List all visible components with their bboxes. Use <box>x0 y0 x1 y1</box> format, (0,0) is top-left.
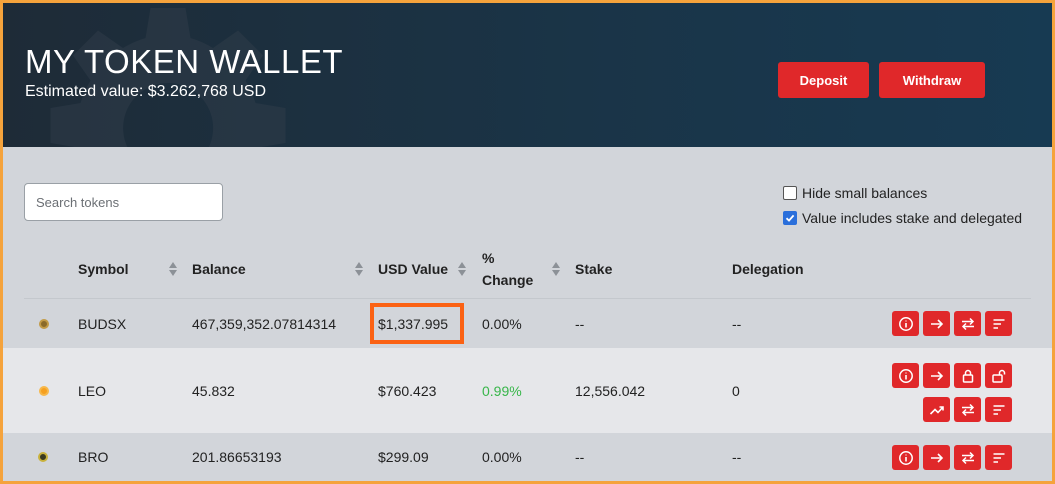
token-balance: 201.86653193 <box>192 449 282 465</box>
info-button[interactable] <box>892 363 919 388</box>
token-stake: -- <box>575 449 585 465</box>
info-icon <box>898 316 913 331</box>
arrow-right-icon <box>930 452 943 463</box>
list-icon <box>993 318 1004 329</box>
token-usd-value: $299.09 <box>378 449 429 465</box>
hide-small-balances-label: Hide small balances <box>802 185 928 201</box>
hide-small-balances-toggle[interactable]: Hide small balances <box>783 185 927 201</box>
budsx-token-icon <box>39 319 49 329</box>
include-stake-checkbox[interactable] <box>783 211 797 225</box>
token-symbol: BUDSX <box>78 316 127 332</box>
delegate-button[interactable] <box>923 397 950 422</box>
token-balance: 467,359,352.07814314 <box>192 316 337 332</box>
token-usd-value: $760.423 <box>378 383 437 399</box>
checkmark-icon <box>785 214 795 222</box>
column-header-symbol[interactable]: Symbol <box>78 261 129 277</box>
history-button[interactable] <box>985 397 1012 422</box>
lock-icon <box>962 369 973 383</box>
token-change: 0.00% <box>482 449 522 465</box>
table-row: LEO 45.832 $760.423 0.99% 12,556.042 0 <box>3 348 1052 433</box>
estimated-value: Estimated value: $3.262,768 USD <box>25 83 267 100</box>
transfer-button[interactable] <box>923 363 950 388</box>
token-change: 0.99% <box>482 383 522 399</box>
arrow-right-icon <box>930 318 943 329</box>
arrow-right-icon <box>930 370 943 381</box>
token-stake: -- <box>575 316 585 332</box>
page-title: MY TOKEN WALLET <box>25 43 344 80</box>
transfer-button[interactable] <box>923 445 950 470</box>
sort-balance-icon[interactable] <box>355 262 363 276</box>
hide-small-balances-checkbox[interactable] <box>783 186 797 200</box>
column-header-usd-value[interactable]: USD Value <box>378 261 448 277</box>
leo-token-icon <box>39 386 49 396</box>
token-delegation: -- <box>732 449 742 465</box>
list-icon <box>993 404 1004 415</box>
history-button[interactable] <box>985 311 1012 336</box>
unstake-button[interactable] <box>985 363 1012 388</box>
list-icon <box>993 452 1004 463</box>
include-stake-toggle[interactable]: Value includes stake and delegated <box>783 210 1022 226</box>
column-header-stake: Stake <box>575 261 613 277</box>
search-tokens-input[interactable] <box>24 183 223 221</box>
swap-button[interactable] <box>954 397 981 422</box>
bro-token-icon <box>38 452 48 462</box>
token-delegation: 0 <box>732 383 740 399</box>
token-change: 0.00% <box>482 316 522 332</box>
unlock-icon <box>991 369 1005 383</box>
trending-up-icon <box>929 405 944 415</box>
sort-usd-value-icon[interactable] <box>458 262 466 276</box>
column-header-delegation: Delegation <box>732 261 804 277</box>
withdraw-button[interactable]: Withdraw <box>879 62 985 98</box>
token-symbol: BRO <box>78 449 109 465</box>
column-header-balance[interactable]: Balance <box>192 261 246 277</box>
stake-button[interactable] <box>954 363 981 388</box>
token-balance: 45.832 <box>192 383 235 399</box>
token-stake: 12,556.042 <box>575 383 646 399</box>
swap-button[interactable] <box>954 445 981 470</box>
sort-change-icon[interactable] <box>552 262 560 276</box>
swap-icon <box>961 451 974 464</box>
history-button[interactable] <box>985 445 1012 470</box>
swap-icon <box>961 403 974 416</box>
sort-symbol-icon[interactable] <box>169 262 177 276</box>
swap-button[interactable] <box>954 311 981 336</box>
table-row: BRO 201.86653193 $299.09 0.00% -- -- <box>3 433 1052 481</box>
token-symbol: LEO <box>78 383 107 399</box>
token-delegation: -- <box>732 316 742 332</box>
column-header-change[interactable]: Change <box>482 272 533 288</box>
deposit-button[interactable]: Deposit <box>778 62 869 98</box>
usd-value-highlight <box>370 303 464 344</box>
info-icon <box>898 450 913 465</box>
info-button[interactable] <box>892 445 919 470</box>
include-stake-label: Value includes stake and delegated <box>802 210 1023 226</box>
table-row: BUDSX 467,359,352.07814314 $1,337.995 0.… <box>3 299 1052 348</box>
transfer-button[interactable] <box>923 311 950 336</box>
swap-icon <box>961 317 974 330</box>
wallet-header: MY TOKEN WALLET Estimated value: $3.262,… <box>3 3 1052 147</box>
info-icon <box>898 368 913 383</box>
column-header-change-symbol[interactable]: % <box>482 250 494 266</box>
info-button[interactable] <box>892 311 919 336</box>
wallet-page: MY TOKEN WALLET Estimated value: $3.262,… <box>3 3 1052 481</box>
